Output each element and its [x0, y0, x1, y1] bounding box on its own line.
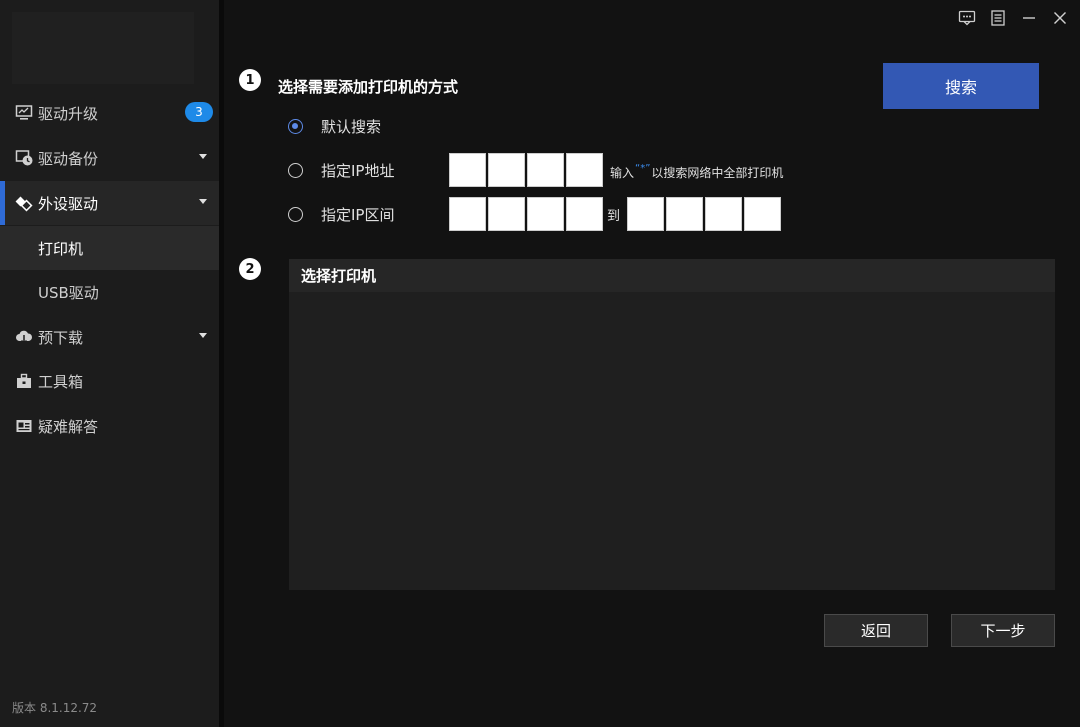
close-icon[interactable]	[1050, 8, 1070, 28]
step-1-title: 选择需要添加打印机的方式	[278, 78, 459, 96]
ip-octet-field[interactable]	[666, 197, 703, 231]
option-specify-ip[interactable]: 指定IP地址	[288, 159, 394, 181]
option-label: 指定IP地址	[321, 161, 395, 180]
hint-prefix: 输入	[610, 166, 635, 180]
ip-octet-field[interactable]	[527, 197, 564, 231]
logo-placeholder	[12, 12, 194, 84]
sidebar-item-troubleshooting[interactable]: 疑难解答	[0, 404, 219, 448]
sidebar-item-label: 驱动备份	[38, 149, 99, 168]
ip-range-start-input[interactable]	[449, 197, 603, 231]
radio-specify-ip-range[interactable]	[288, 206, 303, 222]
next-button[interactable]: 下一步	[951, 614, 1055, 647]
ip-address-input[interactable]	[449, 153, 603, 187]
hint-wildcard: “*”	[635, 163, 651, 174]
minimize-icon[interactable]	[1019, 8, 1039, 28]
cloud-download-icon	[14, 327, 34, 347]
chevron-down-icon	[199, 199, 207, 204]
chevron-down-icon	[199, 154, 207, 159]
ip-octet-field[interactable]	[744, 197, 781, 231]
monitor-icon	[14, 103, 34, 123]
sidebar-subitem-printer[interactable]: 打印机	[0, 226, 219, 270]
version-label: 版本 8.1.12.72	[12, 701, 98, 715]
option-label: 指定IP区间	[321, 205, 395, 224]
sidebar-item-label: 驱动升级	[38, 104, 99, 123]
list-icon[interactable]	[988, 8, 1008, 28]
chat-bubble-icon[interactable]	[957, 8, 977, 28]
radio-specify-ip[interactable]	[288, 162, 303, 178]
sidebar-subitem-label: 打印机	[38, 239, 84, 258]
sidebar-item-toolbox[interactable]: 工具箱	[0, 359, 219, 403]
printer-list-panel[interactable]: 选择打印机	[289, 259, 1055, 590]
peripheral-icon	[14, 193, 34, 213]
ip-range-end-input[interactable]	[627, 197, 781, 231]
back-button[interactable]: 返回	[824, 614, 928, 647]
sidebar-item-label: 工具箱	[38, 372, 84, 391]
ip-octet-field[interactable]	[566, 153, 603, 187]
step-1-number: 1	[239, 69, 261, 91]
ip-octet-field[interactable]	[627, 197, 664, 231]
range-to-label: 到	[607, 209, 621, 224]
option-specify-ip-range[interactable]: 指定IP区间	[288, 203, 394, 225]
sidebar-item-driver-backup[interactable]: 驱动备份	[0, 136, 219, 180]
option-default-search[interactable]: 默认搜索	[288, 115, 381, 137]
sidebar: 驱动升级 3 驱动备份 外设驱动 打印机 USB驱动 预下载 工具箱 疑难解答 …	[0, 0, 219, 727]
ip-octet-field[interactable]	[449, 153, 486, 187]
ip-octet-field[interactable]	[449, 197, 486, 231]
sidebar-item-label: 预下载	[38, 328, 84, 347]
update-count-badge: 3	[185, 102, 213, 122]
toolbox-icon	[14, 371, 34, 391]
sidebar-item-pre-download[interactable]: 预下载	[0, 315, 219, 359]
radio-default-search[interactable]	[288, 118, 303, 134]
sidebar-subitem-label: USB驱动	[38, 283, 99, 302]
option-label: 默认搜索	[321, 117, 382, 136]
hint-suffix: 以搜索网络中全部打印机	[651, 166, 784, 180]
ip-octet-field[interactable]	[705, 197, 742, 231]
help-card-icon	[14, 416, 34, 436]
printer-panel-title: 选择打印机	[289, 259, 1055, 292]
sidebar-item-driver-upgrade[interactable]: 驱动升级 3	[0, 91, 219, 135]
ip-octet-field[interactable]	[566, 197, 603, 231]
backup-clock-icon	[14, 148, 34, 168]
step-2-number: 2	[239, 258, 261, 280]
ip-octet-field[interactable]	[527, 153, 564, 187]
chevron-down-icon	[199, 333, 207, 338]
ip-hint: 输入“*”以搜索网络中全部打印机	[610, 163, 784, 181]
ip-octet-field[interactable]	[488, 153, 525, 187]
ip-octet-field[interactable]	[488, 197, 525, 231]
sidebar-item-peripheral-drivers[interactable]: 外设驱动	[0, 181, 219, 225]
search-button[interactable]: 搜索	[883, 63, 1039, 109]
sidebar-item-label: 疑难解答	[38, 417, 99, 436]
sidebar-subitem-usb-driver[interactable]: USB驱动	[0, 270, 219, 314]
sidebar-item-label: 外设驱动	[38, 194, 99, 213]
sidebar-divider	[219, 0, 224, 727]
